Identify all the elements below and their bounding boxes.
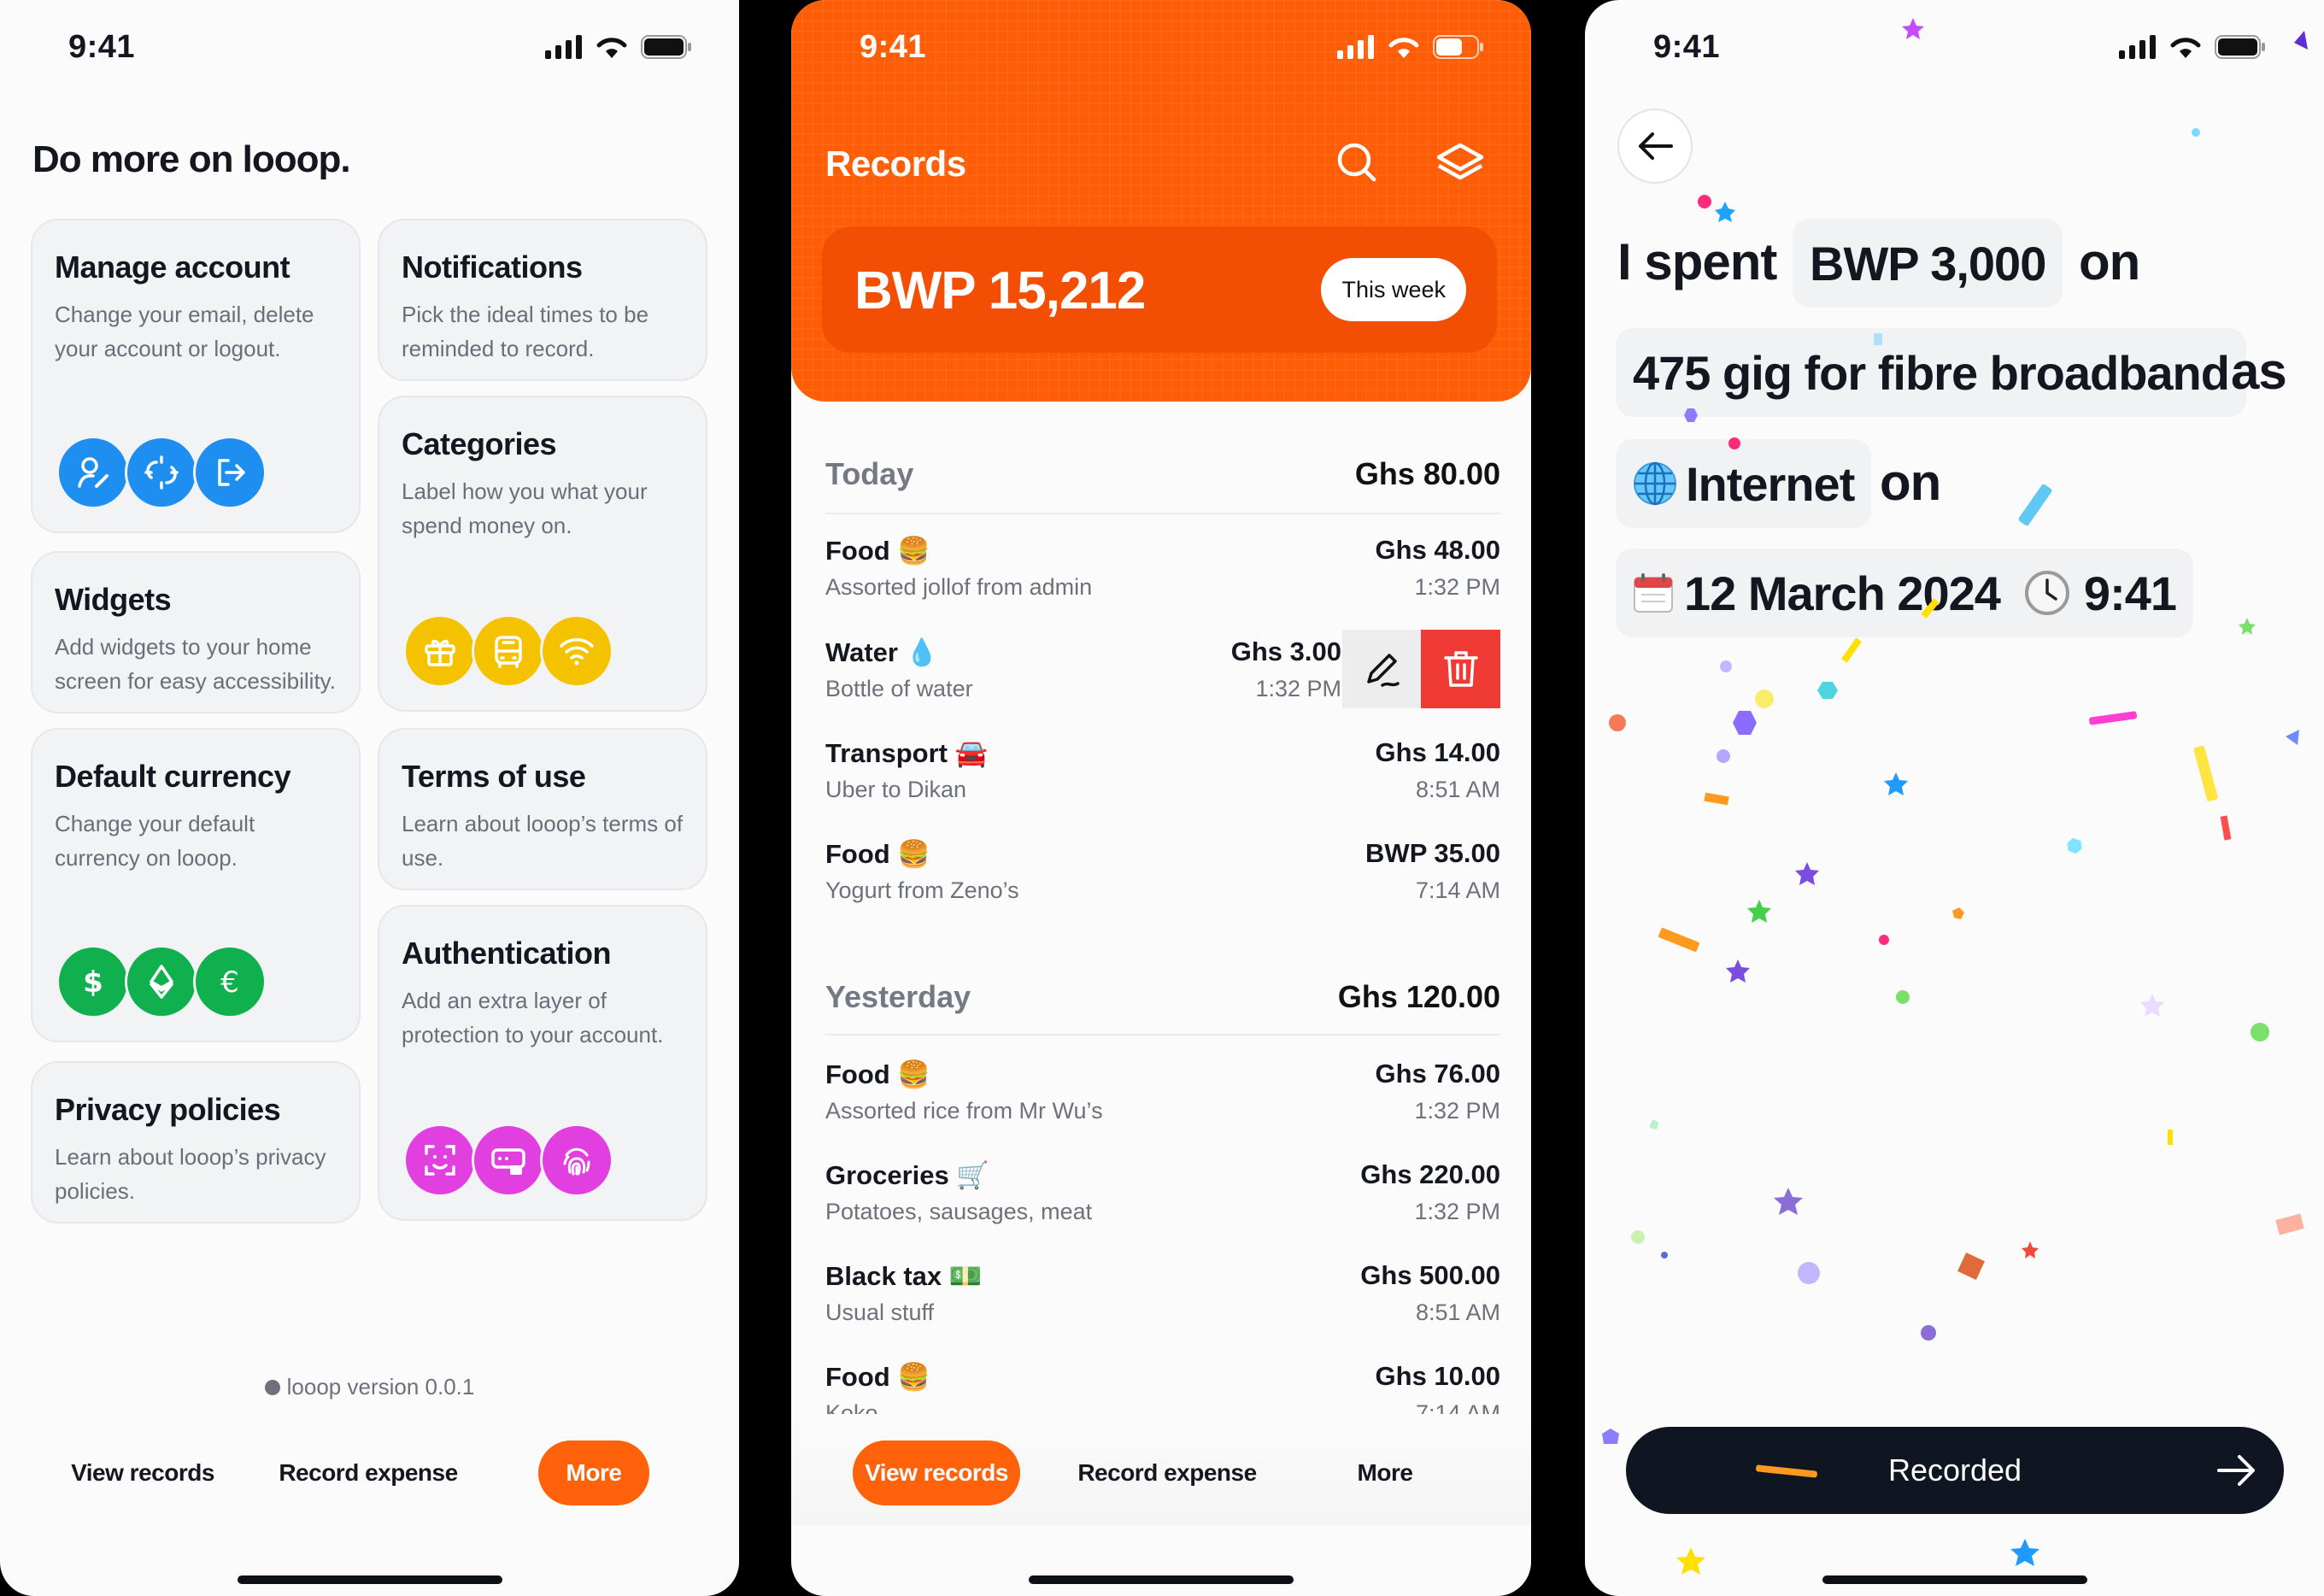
- logout-icon: [193, 436, 267, 509]
- more-screen: 9:41 Do more on looop. Manage account Ch…: [0, 0, 739, 1596]
- signal-icon: [545, 35, 582, 59]
- trash-icon: [1443, 651, 1478, 687]
- home-indicator: [237, 1575, 502, 1584]
- svg-text:$: $: [83, 965, 103, 1000]
- balance-card: BWP 15,212 This week: [822, 226, 1497, 353]
- record-row[interactable]: Food 🍔 Koko Ghs 10.00 7:14 AM: [825, 1361, 1500, 1416]
- wifi-icon: [596, 38, 627, 58]
- battery-icon: [1433, 35, 1483, 59]
- section-header-today: Today Ghs 80.00: [825, 456, 1500, 491]
- delete-button[interactable]: [1421, 630, 1500, 708]
- tab-record-expense[interactable]: Record expense: [273, 1441, 463, 1505]
- card-title: Categories: [402, 426, 557, 461]
- balance-amount: BWP 15,212: [854, 261, 1146, 320]
- expense-recorded-screen: 9:41 I spent BWP 3,000 on 475 gig for fi…: [1585, 0, 2324, 1596]
- record-row[interactable]: Food 🍔 Yogurt from Zeno’s BWP 35.00 7:14…: [825, 838, 1500, 924]
- record-row[interactable]: Food 🍔 Assorted rice from Mr Wu’s Ghs 76…: [825, 1059, 1500, 1144]
- card-description: Add an extra layer of protection to your…: [402, 988, 664, 1047]
- home-indicator: [1822, 1575, 2087, 1584]
- unlink-icon: [125, 436, 198, 509]
- signal-icon: [1337, 35, 1374, 59]
- record-row[interactable]: Food 🍔 Assorted jollof from admin Ghs 48…: [825, 535, 1500, 620]
- card-description: Learn about looop’s terms of use.: [402, 811, 684, 871]
- section-header-yesterday: Yesterday Ghs 120.00: [825, 979, 1500, 1014]
- card-widgets[interactable]: Widgets Add widgets to your home screen …: [31, 551, 361, 713]
- status-bar: 9:41: [791, 0, 1531, 103]
- bus-icon: [472, 614, 545, 688]
- period-selector[interactable]: This week: [1321, 258, 1466, 321]
- recorded-button[interactable]: Recorded: [1626, 1427, 2284, 1514]
- layers-icon[interactable]: [1435, 140, 1485, 185]
- card-default-currency[interactable]: Default currency Change your default cur…: [31, 728, 361, 1042]
- status-time: 9:41: [860, 29, 927, 65]
- arrow-right-icon: [2217, 1455, 2255, 1486]
- page-title: Records: [825, 144, 966, 184]
- tab-bar: View records Record expense More: [0, 1441, 739, 1505]
- euro-icon: €: [193, 945, 267, 1018]
- card-title: Default currency: [55, 759, 291, 794]
- card-authentication[interactable]: Authentication Add an extra layer of pro…: [378, 905, 707, 1221]
- card-notifications[interactable]: Notifications Pick the ideal times to be…: [378, 219, 707, 381]
- dollar-icon: $: [56, 945, 130, 1018]
- face-id-icon: [403, 1124, 477, 1197]
- ethereum-icon: [125, 945, 198, 1018]
- edit-button[interactable]: [1342, 630, 1421, 708]
- card-description: Add widgets to your home screen for easy…: [55, 634, 336, 694]
- tab-more[interactable]: More: [1338, 1441, 1432, 1505]
- battery-icon: [641, 35, 691, 59]
- card-title: Authentication: [402, 936, 611, 971]
- wifi-icon: [1388, 38, 1419, 58]
- edit-profile-icon: [56, 436, 130, 509]
- tab-view-records[interactable]: View records: [853, 1441, 1020, 1505]
- app-version: looop version 0.0.1: [0, 1374, 739, 1400]
- pencil-icon: [1367, 654, 1400, 687]
- tab-view-records[interactable]: View records: [62, 1441, 224, 1505]
- confetti-streak: [1756, 1464, 1817, 1478]
- tab-bar: View records Record expense More: [791, 1441, 1531, 1505]
- recorded-label: Recorded: [1887, 1452, 2022, 1487]
- record-row[interactable]: Groceries 🛒 Potatoes, sausages, meat Ghs…: [825, 1159, 1500, 1245]
- search-icon[interactable]: [1335, 140, 1379, 185]
- card-description: Change your email, delete your account o…: [55, 302, 314, 361]
- tab-record-expense[interactable]: Record expense: [1073, 1441, 1261, 1505]
- card-description: Learn about looop’s privacy policies.: [55, 1144, 326, 1204]
- gift-icon: [403, 614, 477, 688]
- fingerprint-icon: [540, 1124, 613, 1197]
- card-description: Change your default currency on looop.: [55, 811, 255, 871]
- confetti: [1602, 18, 2308, 1575]
- card-title: Manage account: [55, 249, 290, 285]
- svg-text:€: €: [220, 965, 239, 1000]
- card-title: Privacy policies: [55, 1092, 281, 1127]
- page-title: Do more on looop.: [32, 138, 351, 180]
- wifi-category-icon: [540, 614, 613, 688]
- status-bar: 9:41: [0, 0, 739, 103]
- card-categories[interactable]: Categories Label how you what your spend…: [378, 396, 707, 712]
- card-title: Terms of use: [402, 759, 586, 794]
- home-indicator: [1029, 1575, 1294, 1584]
- card-manage-account[interactable]: Manage account Change your email, delete…: [31, 219, 361, 533]
- card-title: Notifications: [402, 249, 583, 285]
- swipe-actions: [1342, 630, 1500, 708]
- password-lock-icon: [472, 1124, 545, 1197]
- records-screen: 9:41 Records BWP 15,212 This week Today …: [791, 0, 1531, 1596]
- card-terms-of-use[interactable]: Terms of use Learn about looop’s terms o…: [378, 728, 707, 890]
- tab-more[interactable]: More: [538, 1441, 649, 1505]
- card-title: Widgets: [55, 582, 172, 617]
- card-privacy-policies[interactable]: Privacy policies Learn about looop’s pri…: [31, 1061, 361, 1223]
- card-description: Pick the ideal times to be reminded to r…: [402, 302, 649, 361]
- record-row[interactable]: Black tax 💵 Usual stuff Ghs 500.00 8:51 …: [825, 1260, 1500, 1346]
- record-row-swiped[interactable]: Water 💧 Bottle of water Ghs 3.00 1:32 PM: [825, 637, 1341, 722]
- record-row[interactable]: Transport 🚘 Uber to Dikan Ghs 14.00 8:51…: [825, 737, 1500, 823]
- card-description: Label how you what your spend money on.: [402, 478, 648, 538]
- status-time: 9:41: [68, 29, 136, 65]
